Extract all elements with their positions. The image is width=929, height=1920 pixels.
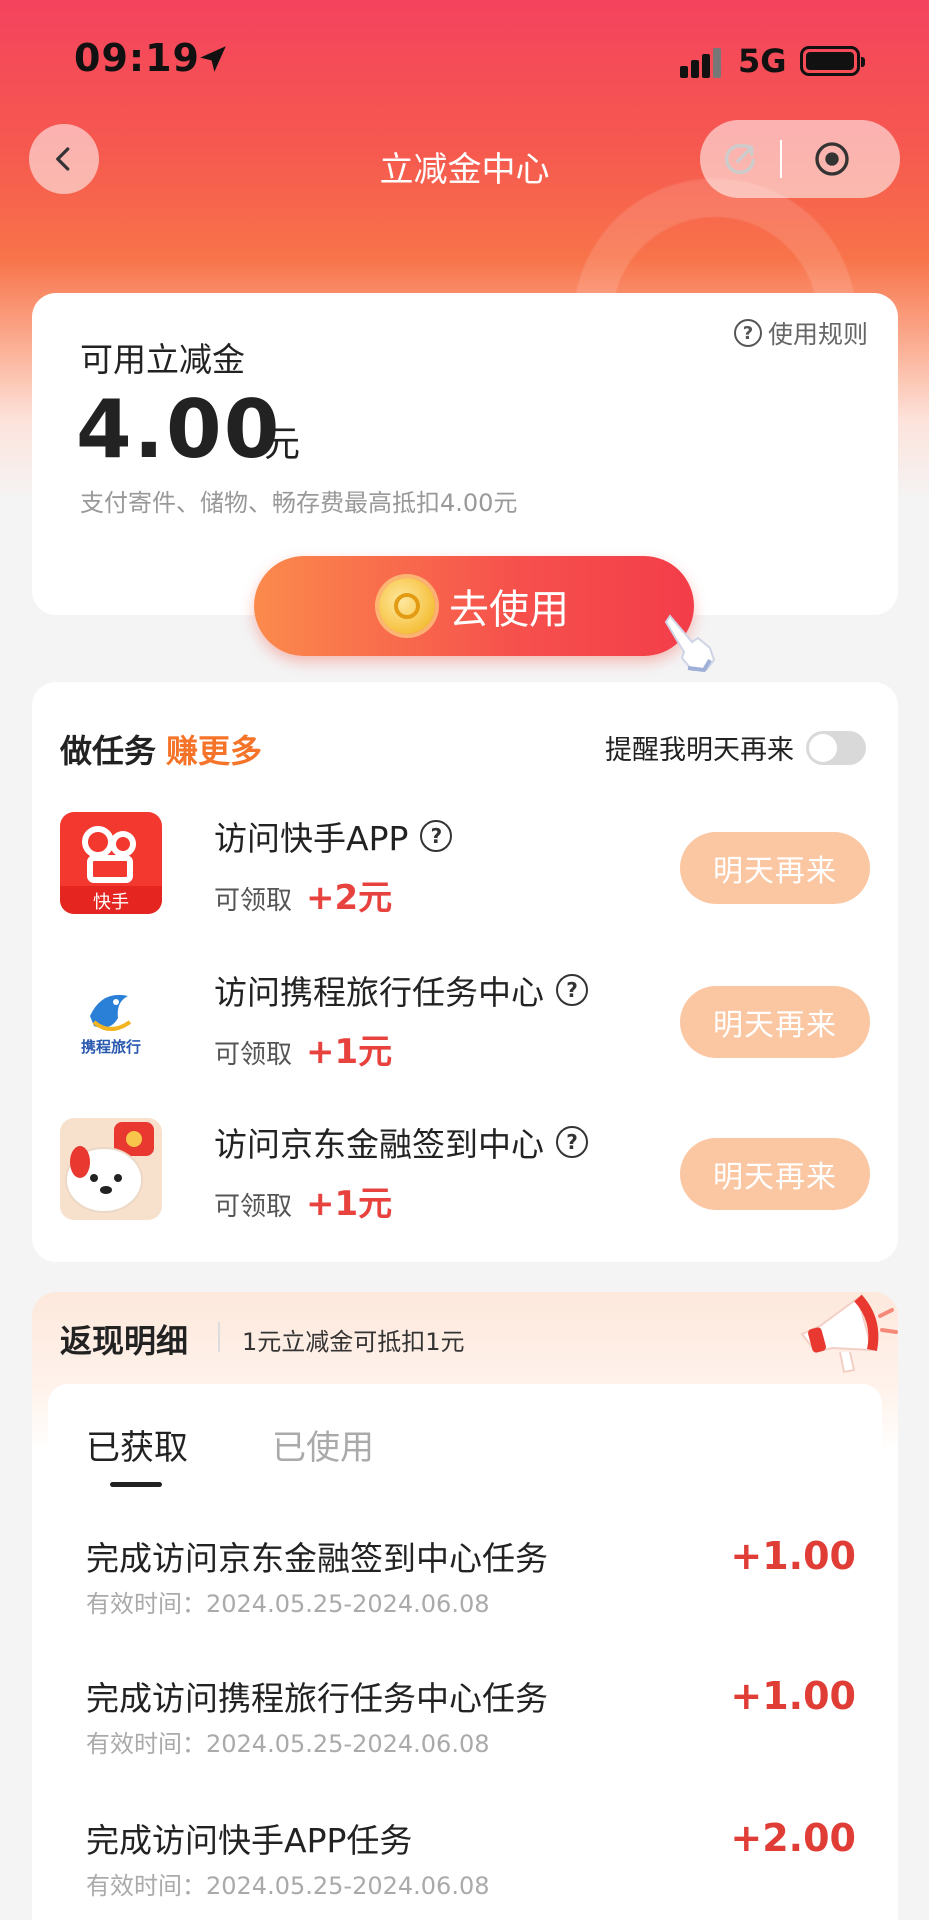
record-value: +2.00 [730,1816,856,1860]
usage-rules-link[interactable]: ? 使用规则 [733,315,868,351]
tab-obtained[interactable]: 已获取 [86,1420,188,1469]
tasks-title: 做任务 [60,732,157,770]
close-miniprogram-button[interactable] [782,139,882,179]
title-divider [218,1322,220,1352]
reminder-row: 提醒我明天再来 [605,728,866,767]
cashback-title: 返现明细 [60,1322,189,1360]
come-back-tomorrow-button[interactable]: 明天再来 [680,832,870,904]
question-icon: ? [733,319,762,347]
cashback-card: 返现明细 1元立减金可抵扣1元 已获取 已使用 完成访问京东金融签到中心任务 有… [32,1292,898,1920]
pointing-hand-icon [664,614,716,673]
balance-unit: 元 [264,424,301,465]
share-button[interactable] [700,139,780,179]
balance-amount: 4.00 [76,383,282,476]
cashback-list-panel: 已获取 已使用 完成访问京东金融签到中心任务 有效时间：2024.05.25-2… [48,1384,882,1920]
svg-text:快手: 快手 [93,892,129,913]
use-now-button[interactable]: 去使用 [254,556,694,656]
reminder-toggle[interactable] [806,730,866,765]
network-type: 5G [738,42,787,80]
battery-icon [800,46,865,76]
tasks-card: 做任务赚更多 提醒我明天再来 快手 访问快手APP? 可领取+2元 明天再来 [32,682,898,1262]
task-name: 访问携程旅行任务中心? [214,966,588,1014]
task-reward: 可领取 +1元 [214,1184,393,1224]
tasks-heading: 做任务 赚更多 [60,726,262,772]
record-validity: 有效时间：2024.05.25-2024.06.08 [86,1730,490,1758]
svg-text:携程旅行: 携程旅行 [81,1038,141,1056]
jd-finance-logo-icon [60,1118,162,1220]
record-name: 完成访问快手APP任务 [86,1821,413,1860]
active-tab-indicator [110,1482,162,1487]
question-icon[interactable]: ? [420,820,453,852]
balance-description: 支付寄件、储物、畅存费最高抵扣4.00元 [80,489,518,517]
task-item: 快手 访问快手APP? 可领取 +2元 明天再来 [60,812,870,918]
use-now-label: 去使用 [449,587,569,633]
task-reward: 可领取 +2元 [214,878,393,918]
location-arrow-icon [200,46,226,72]
task-reward: 可领取 +1元 [214,1032,393,1072]
mini-program-capsule [700,120,900,198]
status-bar: 09:19 5G [0,0,929,120]
kuaishou-logo-icon: 快手 [60,812,162,914]
tasks-title-highlight: 赚更多 [166,732,263,770]
task-item: 携程旅行 访问携程旅行任务中心? 可领取 +1元 明天再来 [60,966,870,1072]
come-back-tomorrow-button[interactable]: 明天再来 [680,986,870,1058]
reminder-label: 提醒我明天再来 [605,735,794,766]
task-name: 访问京东金融签到中心? [214,1118,588,1166]
signal-icon [680,48,724,78]
record-name: 完成访问京东金融签到中心任务 [86,1539,548,1578]
come-back-tomorrow-button[interactable]: 明天再来 [680,1138,870,1210]
megaphone-icon [800,1294,898,1374]
task-name: 访问快手APP? [214,812,453,860]
cashback-record: 完成访问京东金融签到中心任务 有效时间：2024.05.25-2024.06.0… [86,1532,856,1632]
ctrip-logo-icon: 携程旅行 [60,966,162,1068]
record-validity: 有效时间：2024.05.25-2024.06.08 [86,1590,490,1618]
record-icon [815,142,849,176]
cashback-note: 1元立减金可抵扣1元 [242,1328,465,1356]
record-value: +1.00 [730,1674,856,1718]
question-icon[interactable]: ? [556,1126,588,1158]
cashback-record: 完成访问携程旅行任务中心任务 有效时间：2024.05.25-2024.06.0… [86,1672,856,1772]
status-time: 09:19 [74,36,200,80]
question-icon[interactable]: ? [556,974,588,1006]
balance-label: 可用立减金 [80,340,245,379]
coin-icon [379,578,435,634]
record-validity: 有效时间：2024.05.25-2024.06.08 [86,1872,490,1900]
task-item: 访问京东金融签到中心? 可领取 +1元 明天再来 [60,1118,870,1224]
usage-rules-label: 使用规则 [767,320,868,349]
share-icon [725,144,756,175]
record-value: +1.00 [730,1534,856,1578]
tab-used[interactable]: 已使用 [272,1420,374,1469]
cashback-record: 完成访问快手APP任务 有效时间：2024.05.25-2024.06.08 +… [86,1814,856,1914]
record-name: 完成访问携程旅行任务中心任务 [86,1679,548,1718]
